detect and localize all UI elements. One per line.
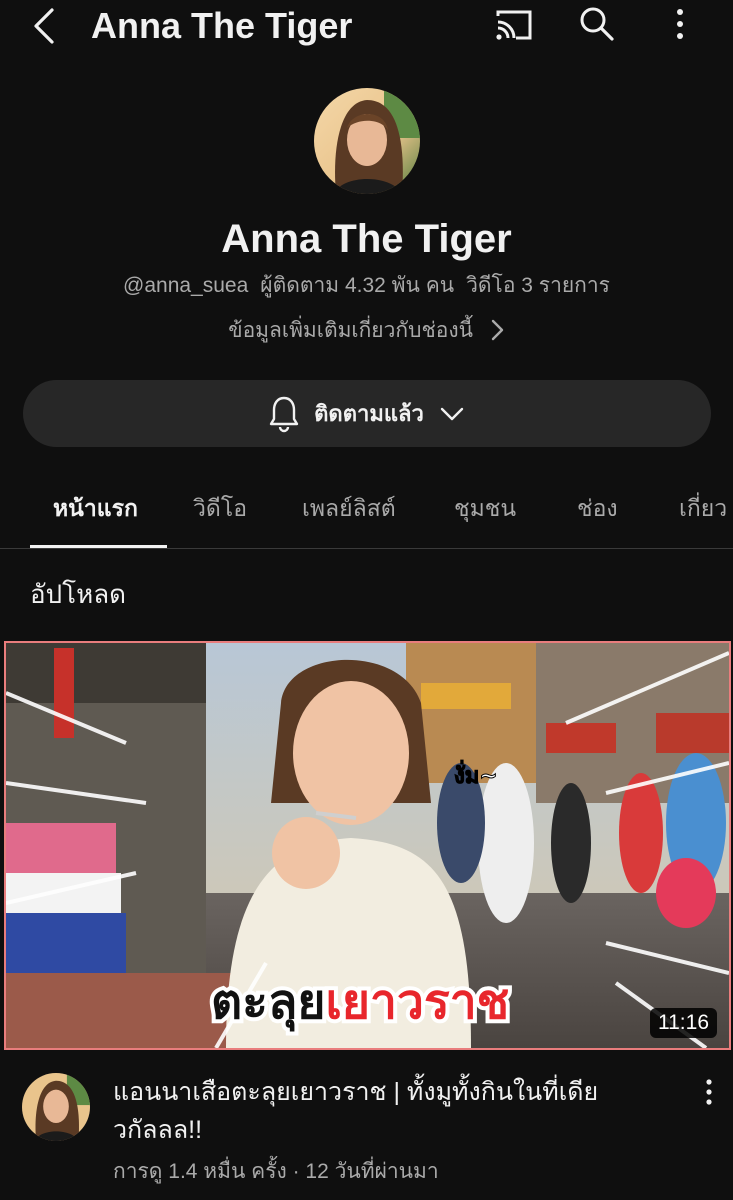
cast-button[interactable] bbox=[492, 3, 536, 47]
more-vert-icon bbox=[677, 9, 683, 39]
channel-name: Anna The Tiger bbox=[221, 217, 512, 261]
tab-community[interactable]: ชุมชน bbox=[454, 480, 516, 548]
video-more-button[interactable] bbox=[694, 1072, 724, 1112]
thumbnail-caption-black: ตะลุย bbox=[211, 974, 326, 1032]
tab-videos[interactable]: วิดีโอ bbox=[193, 480, 247, 548]
back-button[interactable] bbox=[30, 6, 66, 46]
more-about-channel-link[interactable]: ข้อมูลเพิ่มเติมเกี่ยวกับช่องนี้ bbox=[0, 314, 733, 348]
back-arrow-icon bbox=[34, 8, 54, 44]
video-title[interactable]: แอนนาเสือตะลุยเยาวราช | ทั้งมูทั้งกินในท… bbox=[113, 1073, 673, 1149]
bell-icon bbox=[269, 396, 299, 432]
cast-icon bbox=[496, 10, 532, 40]
video-meta: การดู 1.4 หมื่น ครั้ง · 12 วันที่ผ่านมา bbox=[113, 1160, 439, 1183]
tab-home[interactable]: หน้าแรก bbox=[53, 480, 138, 548]
subscribed-label: ติดตามแล้ว bbox=[314, 401, 424, 426]
video-duration: 11:16 bbox=[650, 1008, 717, 1038]
thumbnail-sticker: งั่ม~ bbox=[454, 759, 498, 789]
thumbnail-caption-red: เยาวราช bbox=[326, 974, 510, 1030]
channel-tabs: หน้าแรก วิดีโอ เพลย์ลิสต์ ชุมชน ช่อง เกี… bbox=[0, 480, 733, 548]
search-button[interactable] bbox=[575, 2, 619, 46]
more-about-label: ข้อมูลเพิ่มเติมเกี่ยวกับช่องนี้ bbox=[228, 319, 473, 342]
tab-playlists[interactable]: เพลย์ลิสต์ bbox=[302, 480, 396, 548]
app-bar-title: Anna The Tiger bbox=[91, 5, 353, 46]
channel-avatar[interactable] bbox=[314, 88, 420, 194]
tab-channels[interactable]: ช่อง bbox=[577, 480, 618, 548]
channel-meta: @anna_suea ผู้ติดตาม 4.32 พัน คน วิดีโอ 3 … bbox=[0, 270, 733, 302]
video-thumbnail[interactable]: งั่ม~ ตะลุยเยาวราช 11:16 bbox=[4, 641, 731, 1050]
search-icon bbox=[580, 7, 614, 41]
video-count: วิดีโอ 3 รายการ bbox=[466, 274, 610, 297]
more-options-button[interactable] bbox=[658, 2, 702, 46]
chevron-down-icon bbox=[440, 407, 464, 420]
channel-handle: @anna_suea bbox=[123, 274, 249, 297]
subscriber-count: ผู้ติดตาม 4.32 พัน คน bbox=[260, 274, 455, 297]
chevron-right-icon bbox=[491, 319, 503, 341]
tabs-divider bbox=[0, 548, 733, 549]
video-channel-avatar[interactable] bbox=[22, 1073, 90, 1141]
tab-about[interactable]: เกี่ยว bbox=[679, 480, 727, 548]
subscribed-button[interactable]: ติดตามแล้ว bbox=[23, 380, 711, 447]
section-title: อัปโหลด bbox=[30, 579, 127, 609]
svg-text:ตะลุยเยาวราช: ตะลุยเยาวราช bbox=[211, 974, 509, 1032]
more-vert-icon bbox=[706, 1079, 712, 1105]
